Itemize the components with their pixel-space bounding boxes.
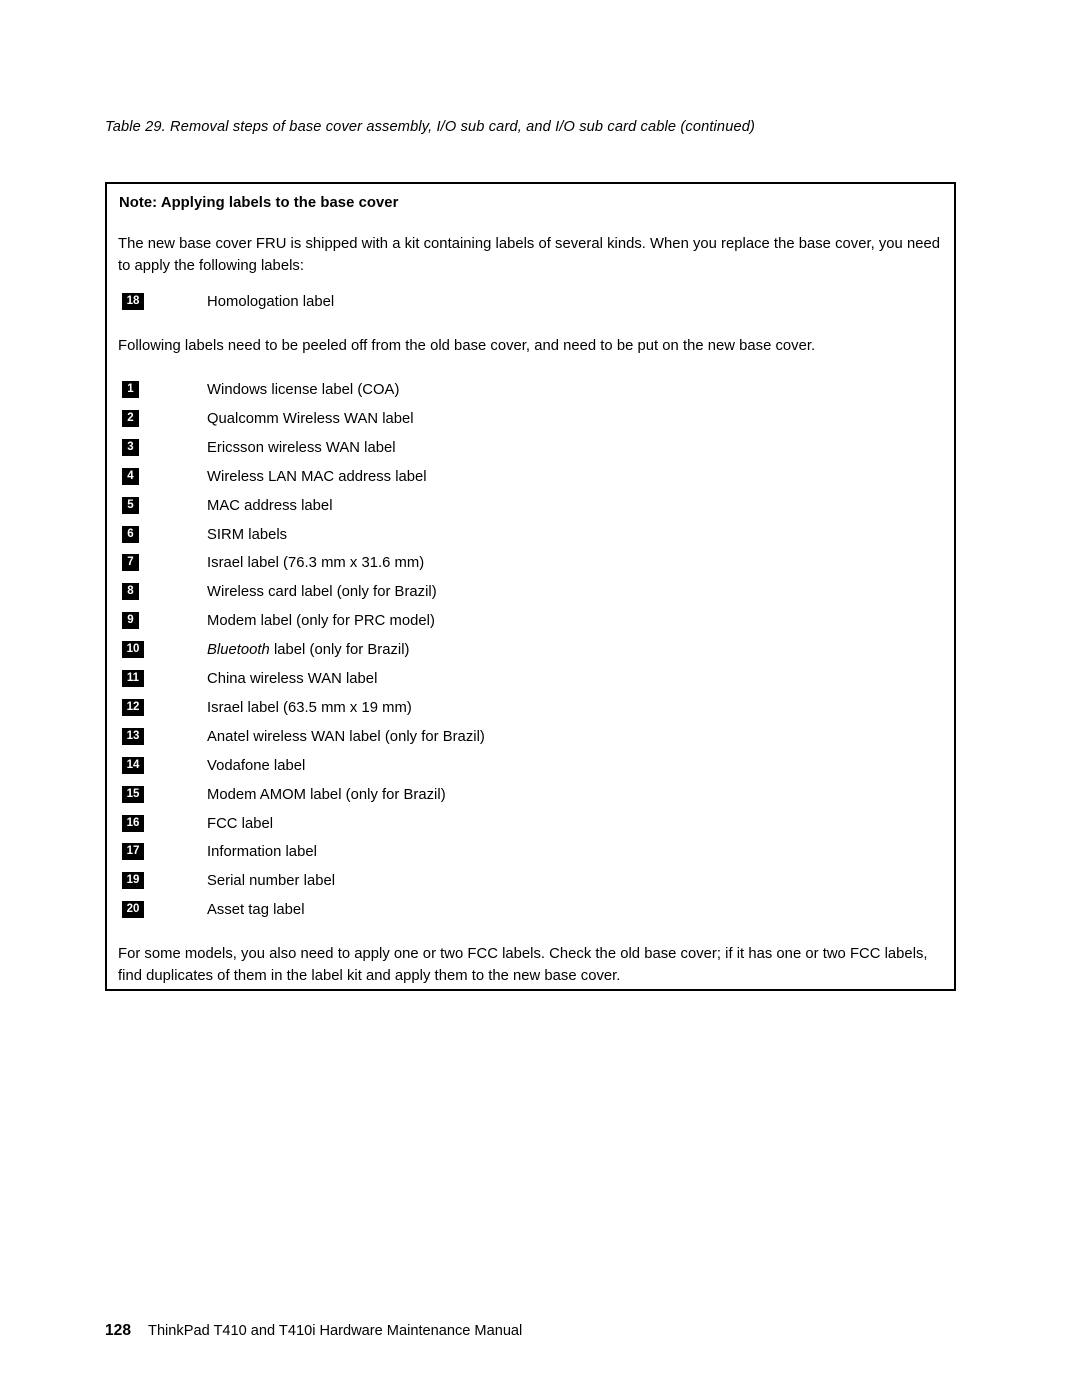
label-description: Anatel wireless WAN label (only for Braz… [207,728,485,745]
label-description: Asset tag label [207,902,305,919]
label-number-badge: 2 [122,409,139,427]
label-row: 4 Wireless LAN MAC address label [118,467,938,489]
label-description: Information label [207,844,317,861]
label-number-badge: 16 [122,814,144,832]
label-number-badge: 3 [122,438,139,456]
label-description: Windows license label (COA) [207,382,400,398]
label-number-badge: 4 [122,467,139,485]
note-box-content: Note: Applying labels to the base cover … [107,184,954,989]
label-number-badge: 10 [122,641,144,659]
note-heading: Note: Applying labels to the base cover [119,195,399,211]
label-description: MAC address label [207,497,333,514]
label-number-badge: 11 [122,670,144,687]
label-row: 12 Israel label (63.5 mm x 19 mm) [118,698,938,720]
label-description: Bluetooth label (only for Brazil) [207,640,409,660]
footer-page-number: 128 [105,1322,132,1339]
label-description: Modem AMOM label (only for Brazil) [207,786,446,803]
label-emphasis: Bluetooth [207,642,270,659]
label-description: SIRM labels [207,526,288,543]
label-number-badge: 1 [122,381,139,398]
label-description: Qualcomm Wireless WAN label [207,410,414,427]
footer-manual-title: ThinkPad T410 and T410i Hardware Mainten… [148,1323,523,1339]
label-row: 8 Wireless card label (only for Brazil) [118,582,938,604]
label-row: 1 Windows license label (COA) [118,380,938,402]
label-row: 2 Qualcomm Wireless WAN label [118,409,938,431]
table-caption: Table 29. Removal steps of base cover as… [105,119,755,135]
label-row: 18 Homologation label [118,292,938,314]
label-number-badge: 14 [122,756,144,774]
note-closing-paragraph: For some models, you also need to apply … [118,946,928,984]
label-number-badge: 15 [122,785,144,803]
label-description: Wireless LAN MAC address label [207,468,427,485]
label-row: 6 SIRM labels [118,525,938,547]
note-intro-paragraph: The new base cover FRU is shipped with a… [118,236,940,274]
label-number-badge: 18 [122,293,144,310]
label-description: Israel label (76.3 mm x 31.6 mm) [207,555,425,572]
label-number-badge: 9 [122,612,139,630]
label-number-badge: 8 [122,583,139,601]
label-row: 15 Modem AMOM label (only for Brazil) [118,785,938,807]
label-row: 3 Ericsson wireless WAN label [118,438,938,460]
label-description: China wireless WAN label [207,671,378,687]
label-description: Wireless card label (only for Brazil) [207,584,437,601]
label-number-badge: 12 [122,698,144,716]
document-page: Table 29. Removal steps of base cover as… [0,0,1080,1397]
label-number-badge: 13 [122,727,144,745]
label-row: 20 Asset tag label [118,900,938,922]
label-row: 13 Anatel wireless WAN label (only for Br… [118,727,938,749]
label-description: Israel label (63.5 mm x 19 mm) [207,699,412,716]
label-number-badge: 20 [122,901,144,919]
label-description: Ericsson wireless WAN label [207,439,396,456]
label-row: 10 Bluetooth label (only for Brazil) [118,640,938,662]
label-description: Modem label (only for PRC model) [207,613,435,630]
label-row: 5 MAC address label [118,496,938,518]
label-description-rest: label (only for Brazil) [269,642,410,659]
label-number-badge: 17 [122,843,144,861]
label-description: Vodafone label [207,757,306,774]
label-row: 9 Modem label (only for PRC model) [118,611,938,633]
label-description: FCC label [207,815,274,832]
label-number-badge: 6 [122,525,139,543]
label-row: 7 Israel label (76.3 mm x 31.6 mm) [118,553,938,575]
label-number-badge: 5 [122,496,139,514]
label-row: 17 Information label [118,842,938,864]
label-row: 11 China wireless WAN label [118,669,938,691]
label-description: Homologation label [207,294,335,310]
label-row: 16 FCC label [118,814,938,836]
note-following-paragraph: Following labels need to be peeled off f… [118,338,816,354]
label-number-badge: 7 [122,554,139,572]
label-number-badge: 19 [122,872,144,890]
label-row: 14 Vodafone label [118,756,938,778]
label-description: Serial number label [207,873,336,890]
label-row: 19 Serial number label [118,871,938,893]
note-box: Note: Applying labels to the base cover … [105,182,956,991]
page-footer: 128 ThinkPad T410 and T410i Hardware Main… [105,1322,965,1341]
